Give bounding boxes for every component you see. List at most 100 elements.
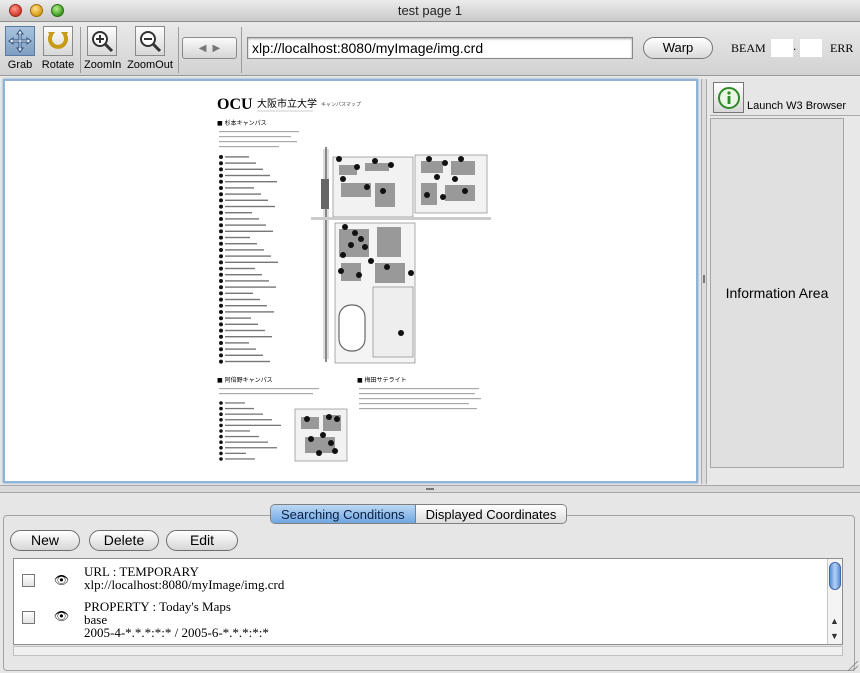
map-legend-line [225, 212, 252, 214]
map-marker [408, 270, 414, 276]
map-legend-bullet [219, 310, 223, 314]
bottom-pane: Searching Conditions Displayed Coordinat… [0, 494, 860, 673]
vertical-splitter[interactable] [701, 79, 707, 484]
eye-icon[interactable]: 👁 [54, 610, 69, 623]
map-legend-line [225, 193, 261, 195]
map-legend-line [225, 360, 270, 363]
map-legend-line [225, 218, 259, 220]
map-legend-bullet [219, 254, 223, 259]
information-area: Information Area [710, 118, 844, 468]
map-legend-line [225, 162, 256, 164]
map-section-abeno: ■ 阿倍野キャンパス [217, 376, 273, 384]
map-legend-line [225, 249, 264, 251]
beam-value-field-2[interactable] [800, 39, 822, 57]
map-legend-line [225, 447, 277, 449]
map-marker [340, 252, 346, 258]
list-item[interactable]: 👁 PROPERTY : Today's Maps base 2005-4-*.… [14, 600, 830, 642]
map-university-name: 大阪市立大学 [257, 97, 317, 110]
warp-button[interactable]: Warp [643, 37, 713, 59]
back-arrow-icon[interactable]: ◀ [199, 43, 207, 54]
beam-value-field[interactable] [771, 39, 793, 57]
map-marker [320, 432, 326, 438]
info-icon[interactable] [713, 82, 744, 113]
map-legend-bullet [219, 328, 223, 333]
url-input[interactable] [247, 37, 633, 59]
history-nav-buttons[interactable]: ◀ ▶ [182, 37, 237, 59]
forward-arrow-icon[interactable]: ▶ [213, 43, 221, 54]
tab-bar: Searching Conditions Displayed Coordinat… [270, 504, 568, 524]
map-marker [458, 156, 464, 162]
map-legend-line [225, 205, 275, 208]
delete-button[interactable]: Delete [89, 530, 159, 551]
zoom-in-tool-button[interactable]: ZoomIn [84, 26, 121, 71]
map-legend-line [225, 435, 259, 438]
list-item[interactable]: 👁 URL : TEMPORARY xlp://localhost:8080/m… [14, 565, 830, 595]
new-button[interactable]: New [10, 530, 80, 551]
map-logo: OCU [217, 96, 253, 113]
grab-tool-button[interactable]: Grab [3, 26, 37, 71]
campus-map-image[interactable]: OCU 大阪市立大学 キャンパスマップ ■ 杉本キャンパス ■ 阿倍野キャンパス… [215, 87, 495, 472]
map-legend-bullet [219, 192, 223, 197]
map-legend-line [225, 286, 276, 288]
map-legend-line [225, 424, 281, 426]
err-label: ERR [830, 41, 854, 55]
window-resize-grip[interactable] [848, 661, 858, 671]
map-section-satellite: ■ 梅田サテライト [357, 376, 407, 384]
map-legend-bullet [219, 285, 223, 290]
map-legend-line [225, 342, 249, 344]
map-marker [358, 236, 364, 242]
conditions-scrollbar[interactable]: ▲ ▼ [827, 559, 842, 644]
grab-arrows-icon [5, 26, 35, 56]
map-legend-list [219, 155, 278, 364]
map-marker [316, 450, 322, 456]
map-marker [342, 224, 348, 230]
map-legend-bullet [219, 401, 223, 405]
map-legend-line [225, 329, 265, 332]
eye-icon[interactable]: 👁 [54, 574, 69, 587]
map-legend-line [225, 156, 249, 158]
map-legend-bullet [219, 297, 223, 302]
rotate-tool-button[interactable]: Rotate [40, 26, 76, 71]
scroll-thumb[interactable] [829, 562, 841, 590]
map-legend-line [225, 317, 251, 319]
map-legend-bullet [219, 359, 223, 364]
map-marker [308, 436, 314, 442]
map-legend-line [225, 407, 254, 410]
map-legend-bullet [219, 210, 223, 215]
map-legend-line [225, 402, 245, 404]
map-view[interactable]: OCU 大阪市立大学 キャンパスマップ ■ 杉本キャンパス ■ 阿倍野キャンパス… [3, 79, 698, 483]
map-legend-line [225, 413, 263, 415]
scroll-up-arrow-icon[interactable]: ▲ [830, 616, 839, 626]
scroll-down-arrow-icon[interactable]: ▼ [830, 631, 839, 641]
map-legend-bullet [219, 451, 223, 456]
map-marker [368, 258, 374, 264]
map-marker [340, 176, 346, 182]
map-legend-line [225, 441, 268, 443]
tab-displayed-coordinates[interactable]: Displayed Coordinates [415, 505, 567, 523]
tab-searching-conditions[interactable]: Searching Conditions [271, 505, 416, 523]
condition-checkbox[interactable] [22, 611, 35, 624]
map-legend-line [225, 174, 270, 177]
map-legend-bullet [219, 412, 223, 417]
edit-button[interactable]: Edit [166, 530, 238, 551]
launch-w3-browser[interactable]: Launch W3 Browser [710, 79, 860, 116]
map-legend-line [225, 267, 255, 270]
map-legend-bullet [219, 186, 223, 190]
conditions-horizontal-scrollbar[interactable] [13, 646, 843, 656]
map-legend-bullet [219, 423, 223, 428]
map-legend-bullet [219, 434, 223, 439]
horizontal-splitter[interactable] [0, 485, 860, 493]
map-marker [380, 188, 386, 194]
map-legend-bullet [219, 334, 223, 339]
map-legend-bullet [219, 279, 223, 283]
map-legend-bullet [219, 303, 223, 308]
zoom-out-tool-button[interactable]: ZoomOut [126, 26, 174, 71]
map-legend-bullet [219, 204, 223, 209]
map-marker [462, 188, 468, 194]
launch-w3-browser-label: Launch W3 Browser [747, 100, 847, 112]
map-legend-line [225, 168, 263, 170]
title-bar: test page 1 [0, 0, 860, 22]
condition-checkbox[interactable] [22, 574, 35, 587]
toolbar-separator [241, 27, 242, 73]
map-legend-line [225, 430, 250, 432]
